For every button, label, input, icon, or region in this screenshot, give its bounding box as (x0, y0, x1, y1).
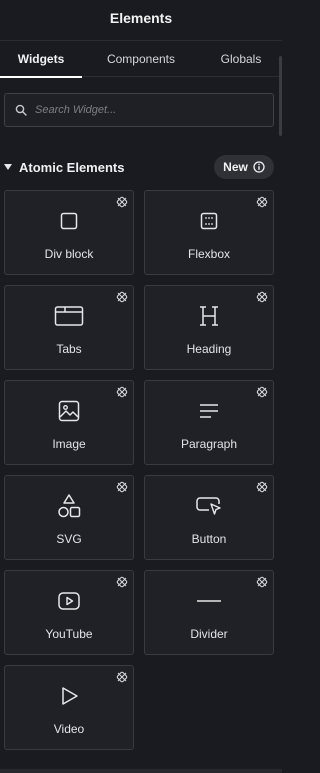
pin-icon[interactable] (116, 671, 128, 683)
widget-label: Heading (186, 342, 232, 356)
pin-icon[interactable] (116, 291, 128, 303)
pin-icon[interactable] (116, 481, 128, 493)
pin-icon[interactable] (116, 386, 128, 398)
badge-label: New (223, 160, 248, 174)
pin-icon[interactable] (256, 576, 268, 588)
panel-header: Elements (0, 0, 282, 36)
widget-youtube[interactable]: YouTube (4, 570, 134, 655)
search-box[interactable] (4, 93, 274, 127)
pin-icon[interactable] (116, 196, 128, 208)
caret-down-icon[interactable] (4, 164, 12, 170)
tabs-icon (54, 306, 84, 326)
flexbox-icon (200, 212, 218, 230)
widget-label: Button (191, 532, 227, 546)
widget-label: Tabs (56, 342, 82, 356)
pin-icon[interactable] (256, 386, 268, 398)
widget-label: YouTube (45, 627, 93, 641)
panel-footer-edge (0, 769, 282, 773)
section-atomic-elements[interactable]: Atomic Elements New (4, 155, 274, 179)
panel-title: Elements (109, 10, 173, 26)
pin-icon[interactable] (116, 576, 128, 588)
div-block-icon (60, 212, 78, 230)
widget-video[interactable]: Video (4, 665, 134, 750)
search-input[interactable] (35, 104, 255, 116)
widget-div-block[interactable]: Div block (4, 190, 134, 275)
widget-label: Divider (190, 627, 228, 641)
divider-icon (197, 600, 221, 602)
widget-button[interactable]: Button (144, 475, 274, 560)
info-icon (253, 161, 265, 173)
tab-components[interactable]: Components (82, 41, 200, 77)
heading-icon (200, 306, 218, 326)
video-icon (62, 687, 78, 705)
widget-label: Video (53, 722, 85, 736)
new-badge[interactable]: New (214, 155, 274, 179)
search-icon (15, 104, 27, 116)
widget-tabs[interactable]: Tabs (4, 285, 134, 370)
widget-image[interactable]: Image (4, 380, 134, 465)
panel-tabs: Widgets Components Globals (0, 40, 282, 78)
button-icon (196, 497, 221, 515)
widget-heading[interactable]: Heading (144, 285, 274, 370)
image-icon (58, 400, 80, 422)
widget-label: Flexbox (187, 247, 231, 261)
widget-divider[interactable]: Divider (144, 570, 274, 655)
tab-globals[interactable]: Globals (200, 41, 282, 77)
pin-icon[interactable] (256, 481, 268, 493)
widget-label: Div block (44, 247, 94, 261)
paragraph-icon (200, 404, 218, 418)
youtube-icon (58, 592, 80, 610)
widget-label: Image (52, 437, 86, 451)
tab-widgets[interactable]: Widgets (0, 41, 82, 78)
pin-icon[interactable] (256, 291, 268, 303)
section-title: Atomic Elements (19, 159, 125, 175)
pin-icon[interactable] (256, 196, 268, 208)
widget-paragraph[interactable]: Paragraph (144, 380, 274, 465)
scrollbar-thumb[interactable] (279, 56, 282, 136)
widget-svg[interactable]: SVG (4, 475, 134, 560)
widget-flexbox[interactable]: Flexbox (144, 190, 274, 275)
svg-shapes-icon (58, 494, 81, 518)
widget-label: Paragraph (180, 437, 238, 451)
widget-label: SVG (56, 532, 82, 546)
